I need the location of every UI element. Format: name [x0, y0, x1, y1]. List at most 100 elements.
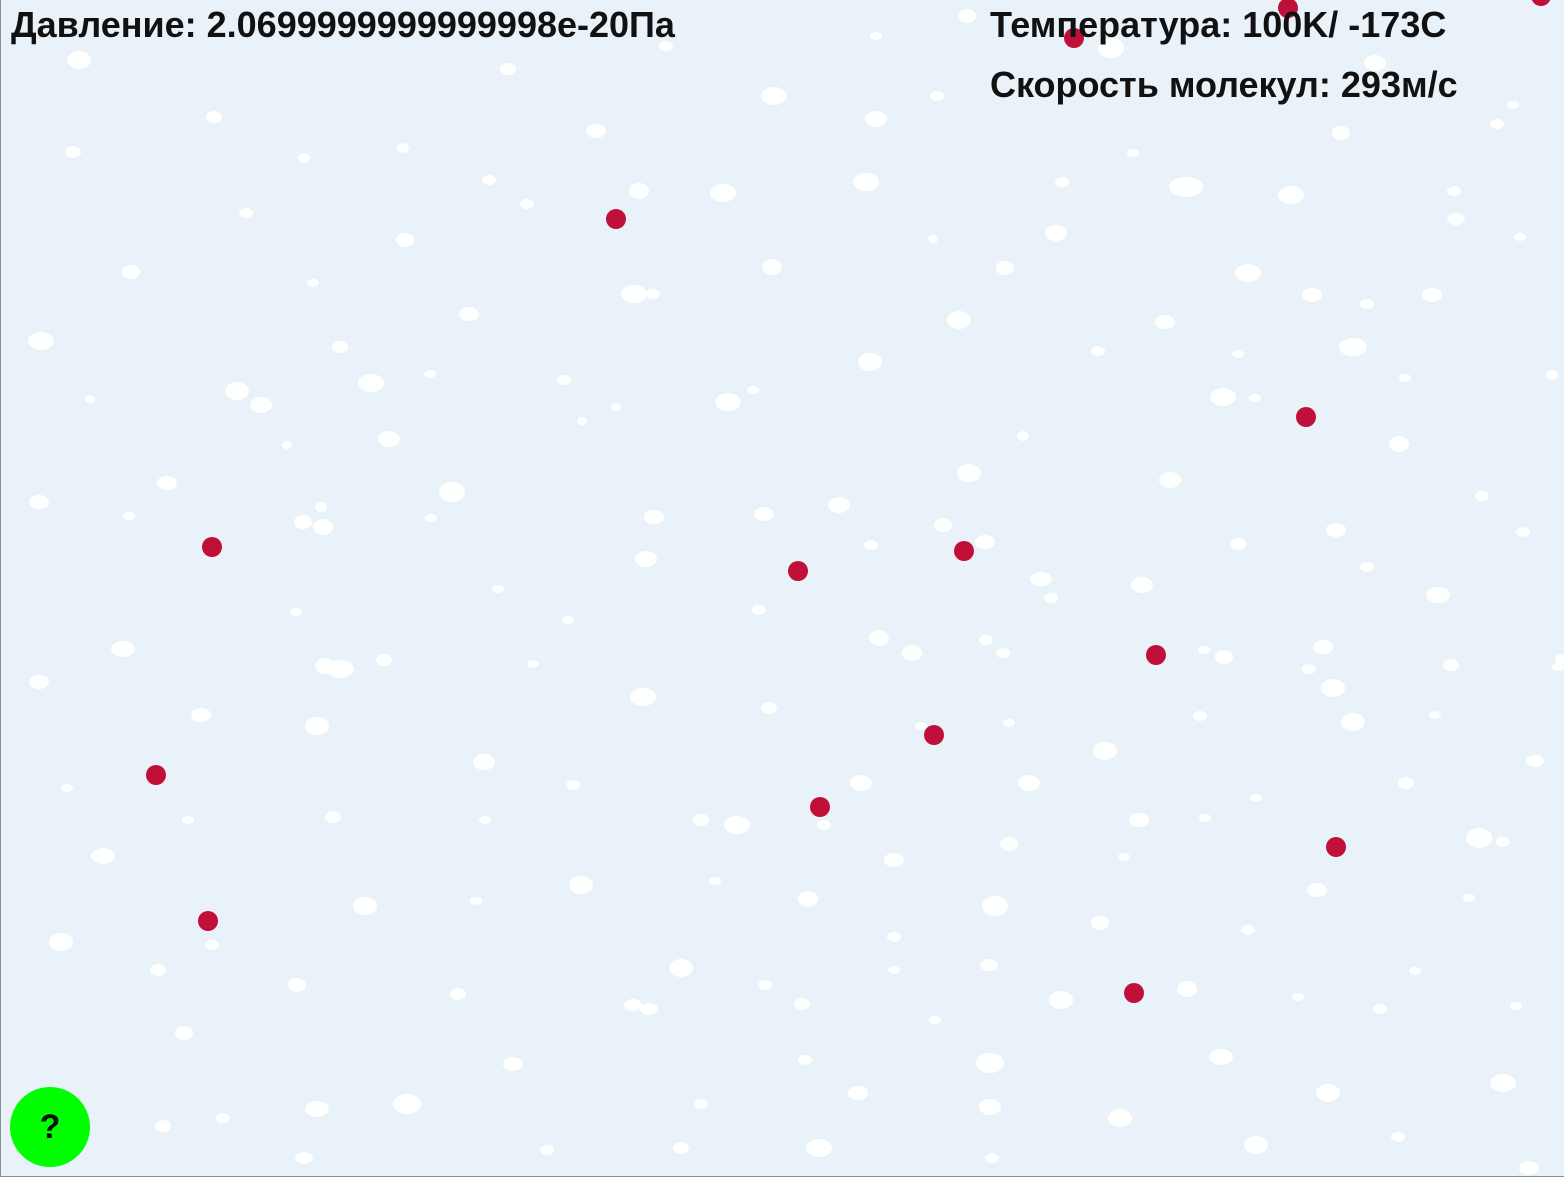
- snowflake: [980, 959, 998, 971]
- snowflake: [869, 630, 889, 646]
- snowflake: [1466, 828, 1492, 848]
- molecule-speed-readout: Скорость молекул: 293м/с: [990, 64, 1458, 105]
- snowflake: [191, 708, 211, 722]
- molecule: [788, 561, 808, 581]
- snowflake: [1017, 431, 1029, 441]
- snowflake: [928, 235, 938, 243]
- snowflake: [710, 184, 736, 202]
- snowflake: [307, 279, 319, 287]
- snowflake: [1360, 562, 1374, 572]
- snowflake: [1447, 213, 1465, 225]
- snowflake: [482, 175, 496, 185]
- snowflake: [929, 1016, 941, 1024]
- snowflake: [715, 393, 741, 411]
- snowflake: [1155, 315, 1175, 329]
- snowflake: [1044, 593, 1058, 603]
- snowflake: [1198, 646, 1210, 654]
- snowflake: [1091, 346, 1105, 356]
- snowflake: [611, 403, 621, 411]
- snowflake: [225, 382, 249, 400]
- snowflake: [752, 605, 766, 615]
- snowflake: [1339, 338, 1367, 356]
- snowflake: [982, 896, 1008, 916]
- snowflake: [1302, 664, 1316, 674]
- snowflake: [1373, 1004, 1387, 1014]
- snowflake: [1049, 991, 1073, 1009]
- molecule: [1146, 645, 1166, 665]
- snowflake: [817, 820, 831, 830]
- snowflake: [205, 940, 219, 950]
- snowflake: [975, 535, 995, 549]
- snowflake: [479, 816, 491, 824]
- snowflake: [1516, 527, 1530, 537]
- snowflake: [870, 32, 882, 40]
- snowflake: [1235, 264, 1261, 282]
- snowflake: [806, 1139, 832, 1157]
- snowflake: [1045, 225, 1067, 241]
- snowflake: [853, 173, 879, 191]
- snowflake: [250, 397, 272, 413]
- snowflake: [28, 332, 54, 350]
- snowflake: [1490, 1074, 1516, 1092]
- snowflake: [1341, 713, 1365, 731]
- snowflake: [1321, 679, 1345, 697]
- snowflake: [884, 853, 904, 867]
- snowflake: [1302, 288, 1322, 302]
- snowflake: [503, 1057, 523, 1071]
- snowflake: [439, 482, 465, 502]
- snowflake: [958, 9, 976, 23]
- snowflake: [1091, 916, 1109, 930]
- snowflake: [425, 514, 437, 522]
- snowflake: [1199, 814, 1211, 822]
- snowflake: [1232, 350, 1244, 358]
- snowflake: [376, 654, 392, 666]
- snowflake: [1127, 149, 1139, 157]
- snowflake: [358, 374, 384, 392]
- snowflake: [635, 551, 657, 567]
- molecule: [1124, 983, 1144, 1003]
- snowflake: [761, 702, 777, 714]
- snowflake: [798, 891, 818, 907]
- snowflake: [1169, 177, 1203, 197]
- snowflake: [313, 519, 333, 535]
- snowflake: [239, 208, 253, 218]
- snowflake: [1552, 663, 1564, 671]
- snowflake: [1108, 1109, 1132, 1127]
- snowflake: [758, 980, 772, 990]
- help-button[interactable]: ?: [10, 1087, 90, 1167]
- snowflake: [693, 814, 709, 826]
- snowflake: [1475, 491, 1489, 501]
- snowflake: [111, 641, 135, 657]
- snowflake: [996, 648, 1010, 658]
- snowflake: [850, 775, 872, 791]
- snowflake: [957, 464, 981, 482]
- snowflake: [315, 502, 327, 512]
- snowflake: [762, 259, 782, 275]
- snowflake: [1422, 288, 1442, 302]
- snowflake: [1118, 853, 1130, 861]
- molecule: [924, 725, 944, 745]
- snowflake: [294, 515, 312, 529]
- snowflake: [1332, 126, 1350, 140]
- molecule: [954, 541, 974, 561]
- snowflake: [1241, 925, 1255, 935]
- snowflake: [1230, 538, 1246, 550]
- snowflake: [1292, 993, 1304, 1001]
- snowflake: [216, 1113, 230, 1123]
- snowflake: [353, 897, 377, 915]
- molecule: [146, 765, 166, 785]
- snowflake: [29, 675, 49, 689]
- snowflake: [1391, 1132, 1405, 1142]
- snowflake: [930, 91, 944, 101]
- snowflake: [1313, 640, 1333, 654]
- snowflake: [540, 1145, 554, 1155]
- snowflake: [1209, 1049, 1233, 1065]
- snowflake: [630, 688, 656, 706]
- snowflake: [1409, 967, 1421, 975]
- snowflake: [1526, 755, 1544, 767]
- snowflake: [450, 988, 466, 1000]
- snowflake: [61, 784, 73, 792]
- snowflake: [1193, 711, 1207, 721]
- snowflake: [979, 635, 993, 645]
- snowflake: [65, 146, 81, 158]
